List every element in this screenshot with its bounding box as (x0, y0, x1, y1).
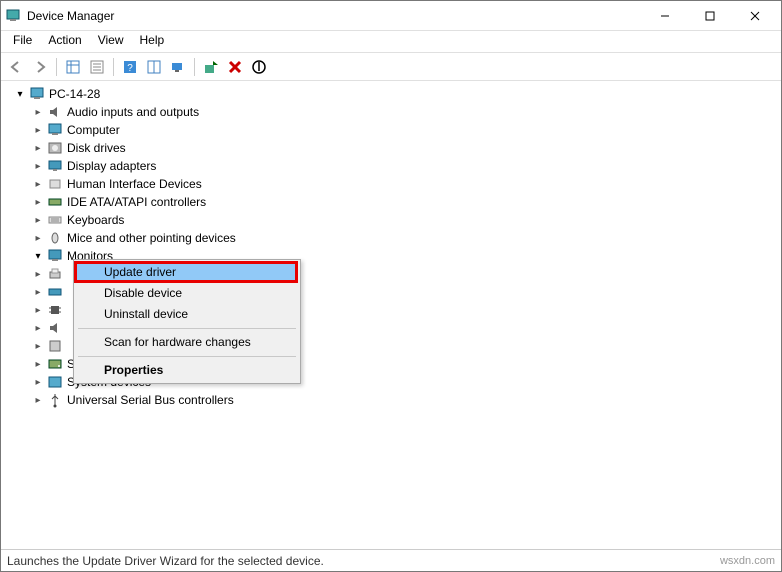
toolbar-separator (56, 58, 57, 76)
expand-arrow-icon[interactable]: ▸ (31, 267, 45, 281)
tree-category[interactable]: ▸ Mice and other pointing devices (1, 229, 781, 247)
mouse-icon (47, 230, 63, 246)
expand-arrow-icon[interactable]: ▸ (31, 285, 45, 299)
category-label: Display adapters (67, 159, 156, 173)
expand-arrow-icon[interactable]: ▸ (31, 123, 45, 137)
menu-view[interactable]: View (90, 31, 132, 52)
update-driver-button[interactable] (200, 56, 222, 78)
expand-arrow-icon[interactable]: ▸ (31, 357, 45, 371)
tree-category[interactable]: ▸ Computer (1, 121, 781, 139)
disable-button[interactable] (248, 56, 270, 78)
disk-icon (47, 140, 63, 156)
statusbar: Launches the Update Driver Wizard for th… (1, 549, 781, 571)
tree-category[interactable]: ▸ Display adapters (1, 157, 781, 175)
expand-arrow-icon[interactable]: ▸ (31, 303, 45, 317)
audio-icon (47, 104, 63, 120)
help-button[interactable]: ? (119, 56, 141, 78)
tree-category[interactable]: ▸ Audio inputs and outputs (1, 103, 781, 121)
back-button[interactable] (5, 56, 27, 78)
ctx-disable-device[interactable]: Disable device (76, 283, 298, 304)
hid-icon (47, 176, 63, 192)
category-label: Universal Serial Bus controllers (67, 393, 234, 407)
storage-icon (47, 356, 63, 372)
detail-tree-button[interactable] (143, 56, 165, 78)
app-icon (5, 8, 21, 24)
menu-action[interactable]: Action (40, 31, 89, 52)
keyboard-icon (47, 212, 63, 228)
collapse-arrow-icon[interactable]: ▾ (31, 249, 45, 263)
properties-button[interactable] (86, 56, 108, 78)
status-text: Launches the Update Driver Wizard for th… (7, 554, 324, 568)
tree-category[interactable]: ▸ IDE ATA/ATAPI controllers (1, 193, 781, 211)
sound-icon (47, 320, 63, 336)
expand-arrow-icon[interactable]: ▸ (31, 195, 45, 209)
tree-category[interactable]: ▸ Keyboards (1, 211, 781, 229)
computer-icon (29, 86, 45, 102)
watermark: wsxdn.com (720, 555, 775, 567)
tree-category[interactable]: ▸ Disk drives (1, 139, 781, 157)
expand-arrow-icon[interactable]: ▸ (31, 231, 45, 245)
svg-text:?: ? (127, 63, 133, 74)
menu-file[interactable]: File (5, 31, 40, 52)
category-label: Mice and other pointing devices (67, 231, 236, 245)
usb-icon (47, 392, 63, 408)
expand-arrow-icon[interactable]: ▸ (31, 141, 45, 155)
portd-icon (47, 284, 63, 300)
ctx-uninstall-device[interactable]: Uninstall device (76, 304, 298, 325)
expand-arrow-icon[interactable]: ▸ (31, 159, 45, 173)
expand-arrow-icon[interactable]: ▸ (31, 339, 45, 353)
swdev-icon (47, 338, 63, 354)
minimize-button[interactable] (642, 2, 687, 30)
ctx-separator (78, 356, 296, 357)
display-icon (47, 158, 63, 174)
device-tree: ▾ PC-14-28 ▸ Audio inputs and outputs ▸ Com… (1, 81, 781, 549)
expand-arrow-icon[interactable]: ▾ (13, 87, 27, 101)
category-label: Disk drives (67, 141, 126, 155)
uninstall-button[interactable] (224, 56, 246, 78)
close-button[interactable] (732, 2, 777, 30)
proc-icon (47, 302, 63, 318)
titlebar: Device Manager (1, 1, 781, 31)
category-label: Human Interface Devices (67, 177, 202, 191)
monitor-icon (47, 248, 63, 264)
maximize-button[interactable] (687, 2, 732, 30)
root-label: PC-14-28 (49, 87, 100, 101)
ctx-properties[interactable]: Properties (76, 360, 298, 381)
expand-arrow-icon[interactable]: ▸ (31, 393, 45, 407)
expand-arrow-icon[interactable]: ▸ (31, 375, 45, 389)
tree-category[interactable]: ▸ Universal Serial Bus controllers (1, 391, 781, 409)
toolbar: ? (1, 53, 781, 81)
tree-category[interactable]: ▸ Human Interface Devices (1, 175, 781, 193)
scan-hardware-button[interactable] (167, 56, 189, 78)
detail-view-button[interactable] (62, 56, 84, 78)
category-label: Keyboards (67, 213, 124, 227)
expand-arrow-icon[interactable]: ▸ (31, 105, 45, 119)
expand-arrow-icon[interactable]: ▸ (31, 177, 45, 191)
toolbar-separator (113, 58, 114, 76)
category-label: Computer (67, 123, 120, 137)
forward-button[interactable] (29, 56, 51, 78)
toolbar-separator (194, 58, 195, 76)
ide-icon (47, 194, 63, 210)
ctx-update-driver[interactable]: Update driver (76, 262, 298, 283)
tree-root[interactable]: ▾ PC-14-28 (1, 85, 781, 103)
printq-icon (47, 266, 63, 282)
window-title: Device Manager (27, 9, 642, 23)
ctx-separator (78, 328, 296, 329)
context-menu: Update driver Disable device Uninstall d… (73, 259, 301, 384)
ctx-scan-hardware[interactable]: Scan for hardware changes (76, 332, 298, 353)
computer-icon (47, 122, 63, 138)
menu-help[interactable]: Help (132, 31, 173, 52)
category-label: IDE ATA/ATAPI controllers (67, 195, 206, 209)
menubar: File Action View Help (1, 31, 781, 53)
category-label: Audio inputs and outputs (67, 105, 199, 119)
system-icon (47, 374, 63, 390)
expand-arrow-icon[interactable]: ▸ (31, 213, 45, 227)
expand-arrow-icon[interactable]: ▸ (31, 321, 45, 335)
